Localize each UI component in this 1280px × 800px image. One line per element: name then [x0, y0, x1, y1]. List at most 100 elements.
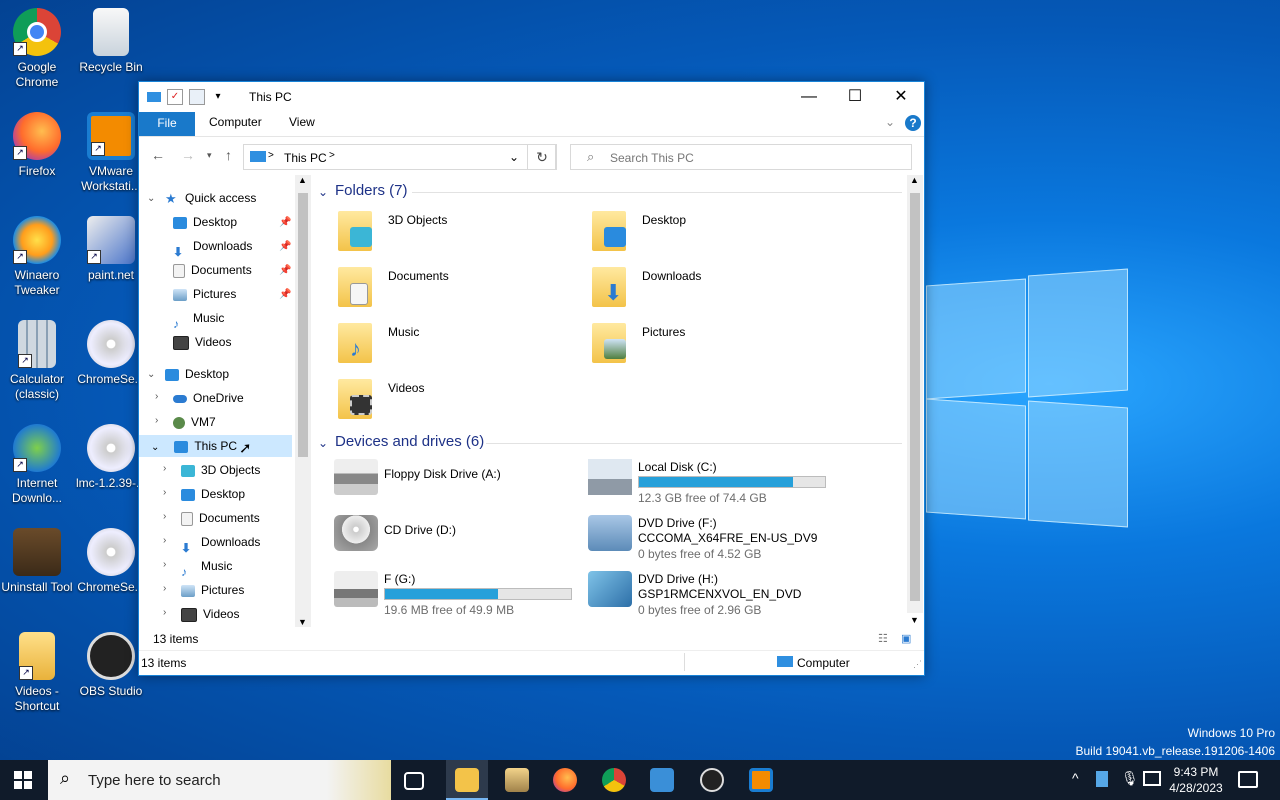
- chevron-down-icon[interactable]: ▾: [211, 90, 225, 104]
- nav-pc-desktop[interactable]: Desktop: [181, 483, 245, 505]
- nav-qa-videos[interactable]: Videos: [173, 331, 231, 353]
- tray-app-icon[interactable]: [1096, 771, 1108, 787]
- scrollbar-thumb[interactable]: [910, 193, 920, 601]
- chevron-down-icon[interactable]: ⌄: [147, 193, 155, 204]
- drive-dvd-f[interactable]: DVD Drive (F:) CCCOMA_X64FRE_EN-US_DV9 0…: [588, 511, 878, 561]
- nav-qa-downloads[interactable]: ⬇ Downloads: [173, 235, 252, 259]
- chevron-right-icon[interactable]: >: [329, 150, 335, 161]
- help-icon[interactable]: ?: [905, 115, 921, 131]
- desktop-icon-firefox[interactable]: ↗ Firefox: [0, 112, 74, 179]
- nav-qa-desktop[interactable]: Desktop: [173, 211, 237, 233]
- folder-music[interactable]: ♪ Music: [338, 321, 578, 371]
- scroll-down-icon[interactable]: ▼: [910, 615, 919, 625]
- maximize-button[interactable]: ☐: [832, 82, 878, 112]
- nav-pc-music[interactable]: ♪ Music: [181, 555, 232, 579]
- action-center-icon[interactable]: [1238, 771, 1258, 788]
- chevron-right-icon[interactable]: ›: [163, 607, 166, 618]
- back-button[interactable]: ←: [151, 147, 165, 163]
- start-button[interactable]: [14, 771, 32, 789]
- details-view-icon[interactable]: ☷: [878, 632, 888, 645]
- address-dropdown-icon[interactable]: ⌄: [509, 150, 519, 164]
- nav-pc-downloads[interactable]: ⬇ Downloads: [181, 531, 260, 555]
- desktop-icon-lmc[interactable]: lmc-1.2.39-...: [74, 424, 148, 491]
- new-folder-icon[interactable]: [189, 89, 205, 105]
- up-button[interactable]: ↑: [225, 147, 232, 163]
- devices-group-header[interactable]: Devices and drives (6): [335, 433, 484, 450]
- chevron-down-icon[interactable]: ⌄: [318, 185, 328, 199]
- task-view-icon[interactable]: [404, 772, 424, 790]
- expand-ribbon-icon[interactable]: ⌄: [885, 115, 895, 129]
- forward-button[interactable]: →: [181, 147, 195, 163]
- nav-quick-access[interactable]: ★ Quick access: [165, 187, 256, 209]
- navigation-pane[interactable]: ⌄ ★ Quick access Desktop 📌 ⬇ Downloads 📌 D…: [139, 175, 311, 627]
- scrollbar-thumb[interactable]: [298, 193, 308, 457]
- recent-locations-button[interactable]: ▾: [207, 150, 212, 161]
- nav-this-pc[interactable]: ⌄ This PC: [139, 435, 292, 457]
- tab-view[interactable]: View: [289, 115, 315, 129]
- large-icons-view-icon[interactable]: ▣: [901, 632, 911, 645]
- taskbar-vmware-icon[interactable]: [749, 768, 773, 792]
- file-explorer-window[interactable]: ✓ ▾ This PC — ☐ ✕ File Computer View ⌄ ?…: [138, 81, 925, 676]
- desktop-icon-calculator[interactable]: ↗ Calculator (classic): [0, 320, 74, 402]
- desktop-icon-paintnet[interactable]: ↗ paint.net: [74, 216, 148, 283]
- tab-file[interactable]: File: [139, 112, 195, 136]
- nav-qa-pictures[interactable]: Pictures: [173, 283, 236, 305]
- desktop-icon-winaero[interactable]: ↗ Winaero Tweaker: [0, 216, 74, 298]
- content-scrollbar[interactable]: ▲ ▼: [907, 175, 923, 625]
- nav-pc-documents[interactable]: Documents: [181, 507, 260, 529]
- search-input[interactable]: ⌕ Search This PC: [570, 144, 912, 170]
- drive-f-g[interactable]: F (G:) 19.6 MB free of 49.9 MB: [334, 567, 594, 617]
- chevron-right-icon[interactable]: ›: [155, 415, 158, 426]
- scroll-down-icon[interactable]: ▼: [298, 617, 307, 627]
- nav-pc-pictures[interactable]: Pictures: [181, 579, 244, 601]
- refresh-button[interactable]: ↻: [527, 144, 557, 170]
- scroll-up-icon[interactable]: ▲: [298, 175, 307, 185]
- resize-grip-icon[interactable]: ⋰: [913, 659, 922, 670]
- nav-qa-documents[interactable]: Documents: [173, 259, 252, 281]
- taskbar-obs-icon[interactable]: [700, 768, 724, 792]
- nav-user-vm7[interactable]: VM7: [173, 411, 216, 433]
- desktop-icon-recycle-bin[interactable]: Recycle Bin: [74, 8, 148, 75]
- chevron-right-icon[interactable]: ›: [163, 463, 166, 474]
- chevron-right-icon[interactable]: ›: [163, 487, 166, 498]
- nav-qa-music[interactable]: ♪ Music: [173, 307, 224, 331]
- desktop-icon-chromese-1[interactable]: ChromeSe...: [74, 320, 148, 387]
- desktop-icon-vmware[interactable]: ↗ VMware Workstati...: [74, 112, 148, 194]
- taskbar-app-icon[interactable]: [505, 768, 529, 792]
- chevron-right-icon[interactable]: ›: [155, 391, 158, 402]
- desktop-icon-uninstall-tool[interactable]: Uninstall Tool: [0, 528, 74, 595]
- nav-desktop[interactable]: Desktop: [165, 363, 229, 385]
- drive-floppy-a[interactable]: Floppy Disk Drive (A:): [334, 455, 584, 505]
- folder-videos[interactable]: Videos: [338, 377, 578, 427]
- folders-group-header[interactable]: Folders (7): [335, 182, 408, 199]
- nav-pc-videos[interactable]: Videos: [181, 603, 239, 625]
- chevron-right-icon[interactable]: ›: [163, 583, 166, 594]
- folder-documents[interactable]: Documents: [338, 265, 578, 315]
- folder-3d-objects[interactable]: 3D Objects: [338, 209, 578, 259]
- chevron-down-icon[interactable]: ⌄: [318, 436, 328, 450]
- folder-desktop[interactable]: Desktop: [592, 209, 832, 259]
- nav-pc-3d-objects[interactable]: 3D Objects: [181, 459, 260, 481]
- folder-pictures[interactable]: Pictures: [592, 321, 832, 371]
- clock[interactable]: 9:43 PM 4/28/2023: [1166, 764, 1226, 796]
- nav-onedrive[interactable]: OneDrive: [173, 387, 244, 409]
- taskbar-firefox-icon[interactable]: [553, 768, 577, 792]
- chevron-down-icon[interactable]: ⌄: [147, 369, 155, 380]
- taskbar-chrome-icon[interactable]: [602, 768, 626, 792]
- taskbar-network-app-icon[interactable]: [650, 768, 674, 792]
- nav-pane-scrollbar[interactable]: ▲ ▼: [295, 175, 311, 627]
- chevron-right-icon[interactable]: ›: [163, 535, 166, 546]
- title-bar[interactable]: ✓ ▾ This PC — ☐ ✕: [139, 82, 924, 112]
- content-pane[interactable]: ⌄ Folders (7) 3D Objects Desktop Documen…: [314, 175, 923, 627]
- desktop-icon-videos-shortcut[interactable]: ↗ Videos - Shortcut: [0, 632, 74, 714]
- network-icon[interactable]: [1143, 771, 1161, 786]
- properties-icon[interactable]: ✓: [167, 89, 183, 105]
- address-bar[interactable]: > This PC > ⌄: [243, 144, 556, 170]
- show-hidden-icons-button[interactable]: ^: [1072, 770, 1079, 786]
- drive-dvd-h[interactable]: DVD Drive (H:) GSP1RMCENXVOL_EN_DVD 0 by…: [588, 567, 878, 617]
- minimize-button[interactable]: —: [786, 82, 832, 112]
- taskbar-search-input[interactable]: ⌕ Type here to search: [48, 760, 391, 800]
- desktop-icon-chrome[interactable]: ↗ Google Chrome: [0, 8, 74, 90]
- desktop-icon-chromese-2[interactable]: ChromeSe...: [74, 528, 148, 595]
- close-button[interactable]: ✕: [878, 82, 924, 112]
